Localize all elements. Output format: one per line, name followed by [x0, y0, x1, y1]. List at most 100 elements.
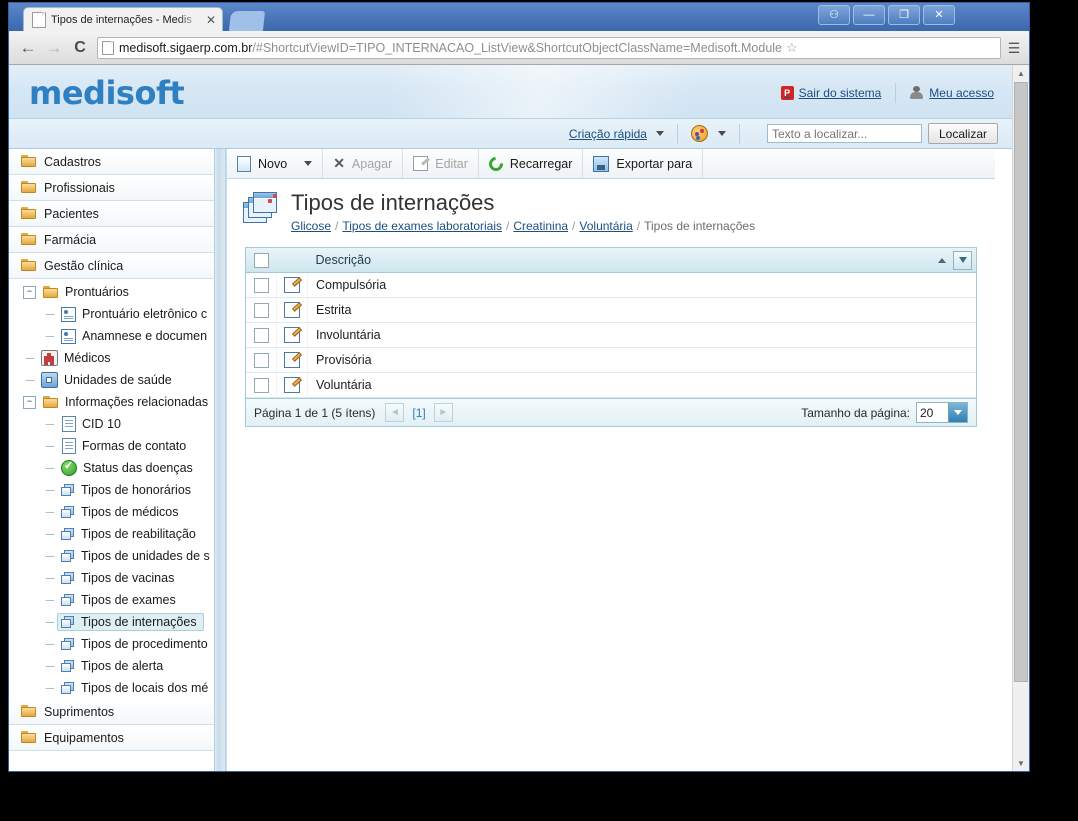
- tree-item-content: Tipos de alerta: [57, 657, 170, 675]
- scroll-up-arrow[interactable]: ▲: [1013, 65, 1029, 81]
- sidebar-item-cid-10[interactable]: ─ CID 10: [9, 413, 214, 435]
- profile-icon[interactable]: ⚇: [818, 5, 850, 25]
- sidebar-item-gest-o-cl-nica[interactable]: Gestão clínica: [9, 253, 214, 279]
- browser-tab[interactable]: Tipos de internações - Medis ✕: [23, 7, 223, 31]
- page-header: Tipos de internações Glicose / Tipos de ex…: [227, 179, 995, 239]
- current-page[interactable]: [1]: [409, 406, 428, 420]
- sidebar-item-prontu-rio-eletr-nico-c[interactable]: ─ Prontuário eletrônico c: [9, 303, 214, 325]
- sidebar-item-cadastros[interactable]: Cadastros: [9, 149, 214, 175]
- tree-item-content: Tipos de vacinas: [57, 569, 181, 587]
- tree-expander-icon[interactable]: −: [23, 395, 36, 409]
- row-checkbox[interactable]: [253, 277, 269, 293]
- tree-elbow-icon: ─: [25, 351, 35, 365]
- breadcrumb-link[interactable]: Glicose: [291, 219, 331, 233]
- breadcrumb: Glicose / Tipos de exames laboratoriais / Cr…: [291, 219, 755, 233]
- chevron-down-icon-new[interactable]: [304, 161, 313, 166]
- row-edit-icon[interactable]: [284, 327, 300, 343]
- url-path: /#ShortcutViewID=TIPO_INTERNACAO_ListVie…: [252, 40, 783, 55]
- bookmark-star-icon[interactable]: ☆: [786, 40, 798, 56]
- sidebar-item-label: Suprimentos: [44, 704, 115, 719]
- sidebar-item-equipamentos[interactable]: Equipamentos: [9, 725, 214, 751]
- breadcrumb-link[interactable]: Voluntária: [579, 219, 632, 233]
- row-edit-icon[interactable]: [284, 302, 300, 318]
- close-icon[interactable]: ✕: [923, 5, 955, 25]
- tree-expander-icon[interactable]: −: [23, 285, 36, 299]
- row-checkbox[interactable]: [253, 352, 269, 368]
- new-tab-button[interactable]: [228, 11, 266, 31]
- breadcrumb-link[interactable]: Creatinina: [513, 219, 568, 233]
- stack-dot-1: [273, 194, 277, 198]
- sidebar-item-tipos-de-honor-rios[interactable]: ─ Tipos de honorários: [9, 479, 214, 501]
- table-row[interactable]: Involuntária: [246, 322, 976, 348]
- quick-create-menu[interactable]: Criação rápida: [569, 127, 664, 141]
- new-button[interactable]: Novo: [227, 149, 324, 178]
- browser-menu-icon[interactable]: ☰: [1005, 41, 1023, 55]
- row-checkbox[interactable]: [253, 377, 269, 393]
- page-size-select[interactable]: 20: [916, 402, 968, 423]
- search-button[interactable]: Localizar: [927, 123, 998, 144]
- row-edit-icon[interactable]: [284, 277, 300, 293]
- row-select-cell: [246, 347, 277, 373]
- table-row[interactable]: Estrita: [246, 297, 976, 323]
- minimize-icon[interactable]: —: [853, 5, 885, 25]
- table-row[interactable]: Compulsória: [246, 272, 976, 298]
- restore-icon[interactable]: ❐: [888, 5, 920, 25]
- page-size-dropdown-arrow[interactable]: [948, 403, 967, 422]
- sidebar-item-formas-de-contato[interactable]: ─ Formas de contato: [9, 435, 214, 457]
- logout-link[interactable]: P Sair do sistema: [780, 86, 881, 100]
- tree-elbow-icon: ─: [25, 373, 35, 387]
- folder-icon: [21, 233, 37, 246]
- scrollbar-thumb[interactable]: [1014, 82, 1028, 682]
- sidebar-item-informa-es-relacionadas[interactable]: − Informações relacionadas: [9, 391, 214, 413]
- sidebar-item-farm-cia[interactable]: Farmácia: [9, 227, 214, 253]
- sidebar-item-profissionais[interactable]: Profissionais: [9, 175, 214, 201]
- row-edit-icon[interactable]: [284, 377, 300, 393]
- page-scrollbar[interactable]: ▲ ▼: [1012, 65, 1029, 771]
- select-all-checkbox[interactable]: [253, 252, 269, 268]
- column-filter-button[interactable]: [953, 250, 972, 270]
- sidebar-item-tipos-de-m-dicos[interactable]: ─ Tipos de médicos: [9, 501, 214, 523]
- sidebar-item-pacientes[interactable]: Pacientes: [9, 201, 214, 227]
- sidebar-item-tipos-de-unidades-de-s[interactable]: ─ Tipos de unidades de s: [9, 545, 214, 567]
- my-access-link[interactable]: Meu acesso: [910, 86, 994, 100]
- tabstrip-filler: [9, 3, 23, 31]
- row-checkbox[interactable]: [253, 302, 269, 318]
- row-edit-cell: [276, 297, 308, 323]
- browser-navigation-bar: ← → C medisoft.sigaerp.com.br /#Shortcut…: [9, 31, 1029, 65]
- table-row[interactable]: Provisória: [246, 347, 976, 373]
- tree-elbow-icon: ─: [45, 483, 55, 497]
- next-page-button[interactable]: ►: [433, 403, 453, 422]
- sidebar-item-tipos-de-exames[interactable]: ─ Tipos de exames: [9, 589, 214, 611]
- sidebar-item-unidades-de-sa-de[interactable]: ─ Unidades de saúde: [9, 369, 214, 391]
- scroll-down-arrow[interactable]: ▼: [1013, 755, 1029, 771]
- address-bar[interactable]: medisoft.sigaerp.com.br /#ShortcutViewID…: [97, 36, 1001, 59]
- prev-page-button[interactable]: ◄: [385, 403, 405, 422]
- descricao-column-header[interactable]: Descrição: [307, 248, 976, 273]
- sidebar-item-tipos-de-reabilita-o[interactable]: ─ Tipos de reabilitação: [9, 523, 214, 545]
- sidebar-item-m-dicos[interactable]: ─ Médicos: [9, 347, 214, 369]
- sidebar-item-tipos-de-alerta[interactable]: ─ Tipos de alerta: [9, 655, 214, 677]
- back-icon[interactable]: ←: [15, 35, 41, 61]
- search-input[interactable]: [766, 124, 922, 143]
- reload-icon[interactable]: C: [67, 35, 93, 61]
- export-button[interactable]: Exportar para: [583, 149, 704, 178]
- sidebar-item-anamnese-e-documen[interactable]: ─ Anamnese e documen: [9, 325, 214, 347]
- sidebar-item-suprimentos[interactable]: Suprimentos: [9, 699, 214, 725]
- sidebar-item-tipos-de-vacinas[interactable]: ─ Tipos de vacinas: [9, 567, 214, 589]
- sidebar-item-tipos-de-procedimento[interactable]: ─ Tipos de procedimento: [9, 633, 214, 655]
- row-descricao-cell: Compulsória: [307, 272, 976, 298]
- tab-close-icon[interactable]: ✕: [204, 14, 218, 26]
- reload-button[interactable]: Recarregar: [479, 149, 584, 178]
- sidebar-item-status-das-doen-as[interactable]: ─ Status das doenças: [9, 457, 214, 479]
- row-checkbox[interactable]: [253, 327, 269, 343]
- theme-menu[interactable]: [690, 125, 726, 142]
- sidebar-item-tipos-de-interna-es[interactable]: ─ Tipos de internações: [9, 611, 214, 633]
- breadcrumb-link[interactable]: Tipos de exames laboratoriais: [342, 219, 502, 233]
- row-edit-icon[interactable]: [284, 352, 300, 368]
- sidebar-splitter[interactable]: [214, 149, 226, 771]
- sidebar-item-prontu-rios[interactable]: − Prontuários: [9, 281, 214, 303]
- table-row[interactable]: Voluntária: [246, 372, 976, 398]
- data-grid: Descrição Compulsória Estrita Involuntár…: [245, 247, 977, 427]
- sidebar-item-tipos-de-locais-dos-m[interactable]: ─ Tipos de locais dos mé: [9, 677, 214, 699]
- tree-elbow-icon: ─: [45, 659, 55, 673]
